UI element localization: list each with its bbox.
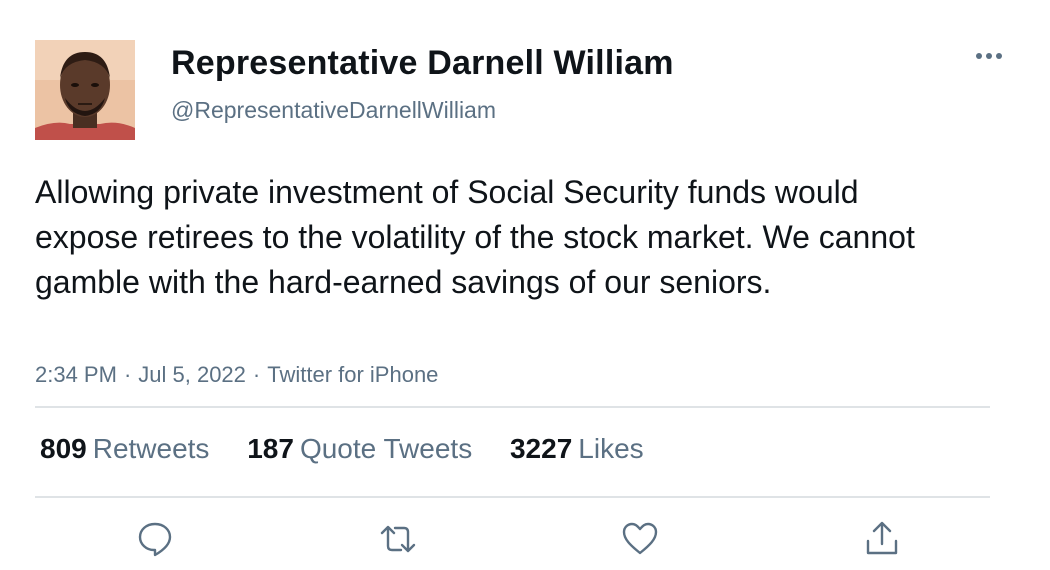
meta-separator: · [252,362,261,387]
share-button[interactable] [862,519,902,559]
retweets-stat[interactable]: 809 Retweets [40,433,209,464]
divider [35,406,990,408]
meta-separator: · [123,362,132,387]
avatar[interactable] [35,40,135,140]
tweet-time[interactable]: 2:34 PM [35,362,117,387]
like-icon [622,522,658,555]
retweets-label: Retweets [92,433,210,464]
quote-tweets-count: 187 [247,433,294,464]
divider [35,496,990,498]
likes-count: 3227 [509,433,573,464]
tweet-source[interactable]: Twitter for iPhone [267,362,438,387]
reply-button[interactable] [135,519,175,559]
likes-label: Likes [578,433,644,464]
user-avatar-photo [35,40,135,140]
share-icon [866,521,898,555]
retweet-icon [380,525,416,553]
quote-tweets-stat[interactable]: 187 Quote Tweets [247,433,472,464]
author-handle[interactable]: @RepresentativeDarnellWilliam [171,96,496,124]
author-display-name[interactable]: Representative Darnell William [171,42,674,84]
retweets-count: 809 [40,433,87,464]
tweet-text: Allowing private investment of Social Se… [35,174,915,300]
retweet-button[interactable] [378,519,418,559]
tweet-meta: 2:34 PM · Jul 5, 2022 · Twitter for iPhone [35,361,438,389]
more-options-icon[interactable] [972,44,1006,68]
tweet-date[interactable]: Jul 5, 2022 [138,362,246,387]
quote-tweets-label: Quote Tweets [299,433,473,464]
reply-icon [138,522,172,557]
likes-stat[interactable]: 3227 Likes [510,433,644,464]
like-button[interactable] [620,519,660,559]
engagement-stats: 809 Retweets 187 Quote Tweets 3227 Likes [40,431,674,467]
